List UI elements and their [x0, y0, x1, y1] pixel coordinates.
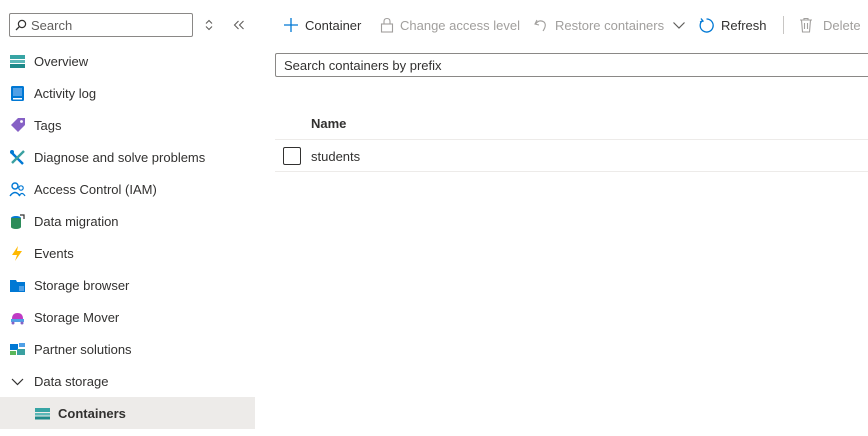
sidebar-item-events[interactable]: Events [0, 237, 255, 269]
sidebar-item-overview[interactable]: Overview [0, 45, 255, 77]
refresh-icon [699, 17, 714, 33]
container-name-link[interactable]: students [311, 149, 360, 164]
chevron-down-icon[interactable] [672, 20, 686, 30]
add-container-label: Container [305, 17, 362, 33]
delete-label: Delete [823, 17, 861, 33]
tag-icon [11, 118, 25, 132]
search-icon [15, 19, 27, 31]
sidebar-item-label: Containers [58, 405, 126, 421]
overview-icon [10, 55, 25, 68]
container-prefix-search-input[interactable] [276, 54, 868, 76]
add-container-button[interactable]: Container [283, 8, 361, 42]
sidebar-item-tags[interactable]: Tags [0, 109, 255, 141]
sidebar-item-label: Activity log [34, 85, 97, 101]
lightning-icon [12, 246, 22, 261]
sidebar-item-label: Data storage [34, 373, 109, 389]
wrench-icon [10, 150, 25, 165]
sidebar-item-label: Storage browser [34, 277, 130, 293]
refresh-label: Refresh [721, 17, 767, 33]
sort-toggle-button[interactable] [202, 16, 216, 34]
sidebar-item-label: Storage Mover [34, 309, 120, 325]
sort-icon [205, 19, 213, 31]
resource-menu-sidebar: Overview Activity log Tags Diagnose and … [0, 0, 255, 436]
change-access-level-label: Change access level [400, 17, 520, 33]
sidebar-item-label: Overview [34, 53, 89, 69]
storage-mover-icon [11, 313, 24, 325]
trash-icon [800, 17, 812, 33]
partner-solutions-icon [10, 343, 25, 355]
menu-search-input[interactable] [31, 15, 189, 35]
refresh-button[interactable]: Refresh [698, 8, 767, 42]
containers-icon [35, 408, 50, 420]
plus-icon [284, 18, 298, 32]
chevron-down-icon [11, 378, 24, 386]
sidebar-item-storage-browser[interactable]: Storage browser [0, 269, 255, 301]
sidebar-item-label: Data migration [34, 213, 119, 229]
restore-containers-button[interactable]: Restore containers [533, 8, 686, 42]
sidebar-item-label: Events [34, 245, 74, 261]
row-select-checkbox[interactable] [283, 147, 301, 165]
change-access-level-button[interactable]: Change access level [380, 8, 520, 42]
activity-log-icon [11, 86, 24, 101]
toolbar-divider [783, 16, 784, 34]
sidebar-item-partner-solutions[interactable]: Partner solutions [0, 333, 255, 365]
sidebar-item-containers[interactable]: Containers [0, 397, 255, 429]
collapse-sidebar-button[interactable] [230, 16, 248, 34]
restore-containers-label: Restore containers [555, 17, 665, 33]
storage-browser-icon [10, 280, 25, 292]
data-migration-icon [11, 214, 25, 229]
double-chevron-left-icon [233, 20, 244, 30]
containers-table: Name students [275, 106, 868, 172]
sidebar-item-label: Partner solutions [34, 341, 132, 357]
sidebar-item-iam[interactable]: Access Control (IAM) [0, 173, 255, 205]
sidebar-item-data-migration[interactable]: Data migration [0, 205, 255, 237]
delete-button[interactable]: Delete [799, 8, 861, 42]
name-column-header[interactable]: Name [311, 116, 346, 131]
lock-icon [380, 17, 394, 33]
sidebar-item-label: Diagnose and solve problems [34, 149, 206, 165]
sidebar-item-label: Tags [34, 117, 62, 133]
sidebar-item-diagnose[interactable]: Diagnose and solve problems [0, 141, 255, 173]
container-filter-box[interactable] [275, 53, 868, 77]
command-bar: Container Change access level Restore co… [273, 8, 868, 42]
undo-icon [534, 19, 546, 32]
sidebar-item-label: Access Control (IAM) [34, 181, 157, 197]
table-row[interactable]: students [275, 140, 868, 172]
people-icon [9, 182, 26, 197]
menu-search-box[interactable] [9, 13, 193, 37]
sidebar-item-activity-log[interactable]: Activity log [0, 77, 255, 109]
sidebar-item-storage-mover[interactable]: Storage Mover [0, 301, 255, 333]
table-header: Name [275, 106, 868, 140]
sidebar-group-data-storage[interactable]: Data storage [0, 365, 255, 397]
